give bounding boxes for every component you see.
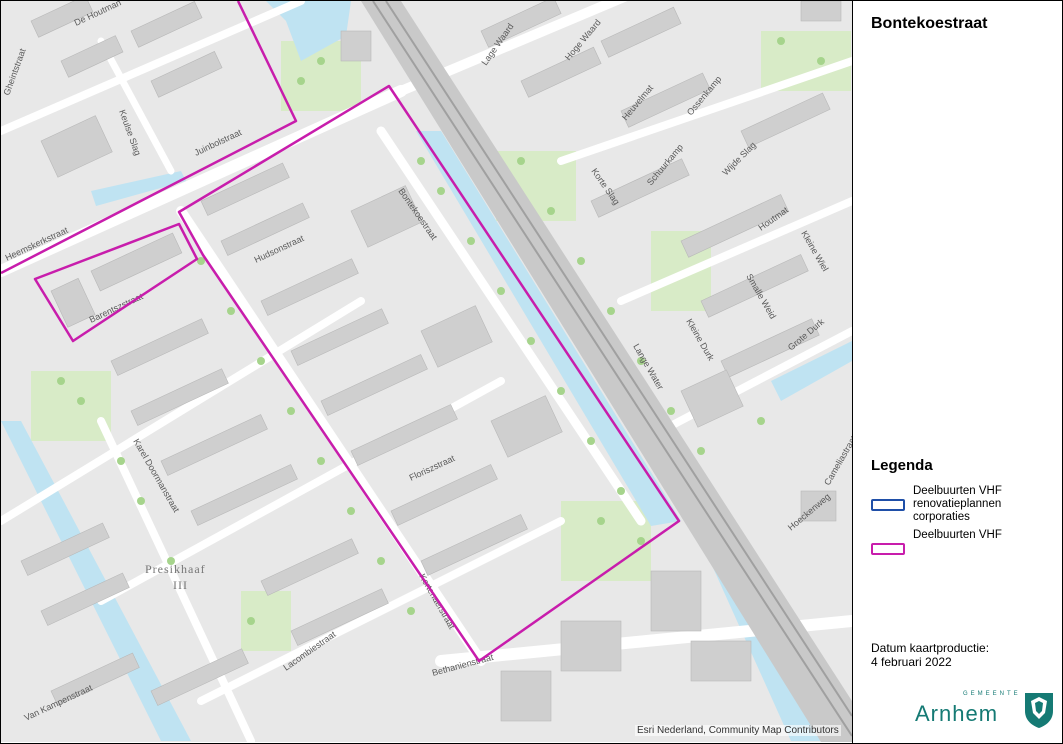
date-value: 4 februari 2022 <box>871 655 952 669</box>
legend-swatch-magenta <box>871 543 905 555</box>
legend-item-renovation: Deelbuurten VHF renovatieplannen corpora… <box>871 485 1033 524</box>
logo-name: Arnhem <box>915 701 999 726</box>
legend-label: Deelbuurten VHF renovatieplannen corpora… <box>913 485 1002 523</box>
logo-small-text: GEMEENTE <box>963 691 1021 697</box>
basemap: De Houtman Gheintstraat Keulse Slag Juin… <box>1 1 852 742</box>
street-label: Floriszstraat <box>408 453 457 483</box>
svg-text:III: III <box>173 578 188 592</box>
map-title: Bontekoestraat <box>871 15 988 32</box>
map-credits: Esri Nederland, Community Map Contributo… <box>635 725 841 736</box>
street-label: Gheintstraat <box>1 47 27 97</box>
street-label: Cameliastraat <box>822 433 852 487</box>
map-canvas[interactable]: De Houtman Gheintstraat Keulse Slag Juin… <box>1 1 852 742</box>
legend-heading: Legenda <box>871 457 933 474</box>
legend-item-vhf: Deelbuurten VHF <box>871 529 1033 555</box>
street-label: Kleine Durk <box>684 317 716 363</box>
date-label: Datum kaartproductie: <box>871 641 990 655</box>
arnhem-logo: GEMEENTE Arnhem <box>915 687 1055 731</box>
coat-of-arms-icon <box>1025 693 1053 728</box>
street-label: Wijde Slag <box>720 140 757 177</box>
legend-label: Deelbuurten VHF <box>913 529 1002 541</box>
legend-panel: Bontekoestraat Legenda Deelbuurten VHF r… <box>853 1 1061 742</box>
svg-text:Presikhaaf: Presikhaaf <box>145 562 206 576</box>
legend-swatch-blue <box>871 499 905 511</box>
street-label: Barentszstraat <box>88 291 145 325</box>
